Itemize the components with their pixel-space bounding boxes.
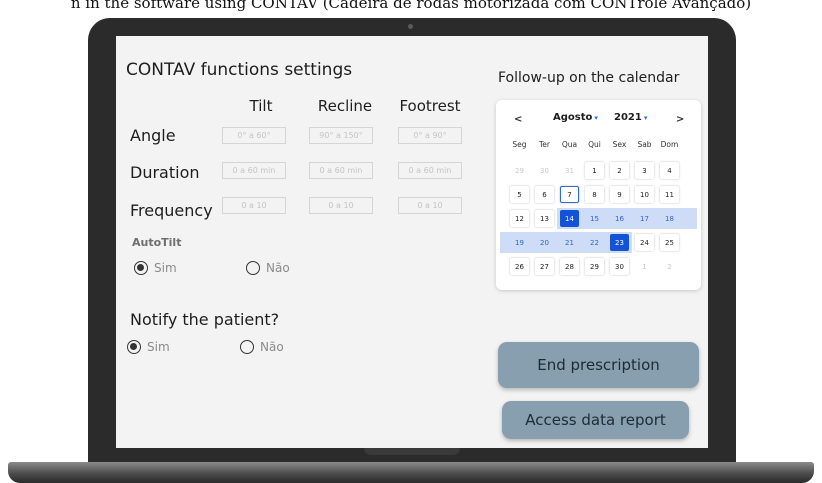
calendar-day[interactable]: 22 xyxy=(585,234,604,251)
row-label-angle: Angle xyxy=(130,126,176,145)
calendar-day[interactable]: 24 xyxy=(635,234,654,251)
calendar-day[interactable]: 29 xyxy=(510,162,529,179)
duration-recline-input[interactable]: 0 a 60 min xyxy=(309,162,373,179)
weekday-label: Sex xyxy=(612,140,627,149)
calendar-day[interactable]: 5 xyxy=(510,186,529,203)
column-header-footrest: Footrest xyxy=(399,97,461,115)
weekday-label: Qui xyxy=(588,140,601,149)
calendar-day[interactable]: 14 xyxy=(560,210,579,227)
year-value: 2021 xyxy=(614,112,642,123)
calendar-day[interactable]: 25 xyxy=(660,234,679,251)
calendar-day[interactable]: 28 xyxy=(560,258,579,275)
weekday-label: Seg xyxy=(512,140,527,149)
calendar-day[interactable]: 2 xyxy=(660,258,679,275)
app-screen: CONTAV functions settings Tilt Recline F… xyxy=(116,36,708,448)
calendar-day[interactable]: 23 xyxy=(610,234,629,251)
frequency-footrest-input[interactable]: 0 a 10 xyxy=(398,197,462,214)
calendar-day[interactable]: 3 xyxy=(635,162,654,179)
autotilt-no-radio[interactable]: Não xyxy=(246,261,290,275)
calendar-widget: < Agosto ▾ 2021 ▾ > Seg Ter Qua Qui Sex Sa… xyxy=(496,100,701,290)
calendar-day[interactable]: 19 xyxy=(510,234,529,251)
duration-tilt-input[interactable]: 0 a 60 min xyxy=(222,162,286,179)
camera-dot xyxy=(408,24,413,29)
calendar-day[interactable]: 16 xyxy=(610,210,629,227)
frequency-tilt-input[interactable]: 0 a 10 xyxy=(222,197,286,214)
weekday-label: Dom xyxy=(660,140,679,149)
calendar-day[interactable]: 9 xyxy=(610,186,629,203)
weekday-label: Qua xyxy=(561,140,578,149)
notify-yes-label: Sim xyxy=(147,340,170,354)
calendar-day[interactable]: 15 xyxy=(585,210,604,227)
weekday-label: Ter xyxy=(538,140,550,149)
weekday-label: Sab xyxy=(637,140,652,149)
calendar-day[interactable]: 13 xyxy=(535,210,554,227)
calendar-title: Follow-up on the calendar xyxy=(498,70,680,86)
calendar-day[interactable]: 8 xyxy=(585,186,604,203)
frequency-recline-input[interactable]: 0 a 10 xyxy=(309,197,373,214)
dropdown-caret-icon: ▾ xyxy=(594,114,598,122)
notify-no-radio[interactable]: Não xyxy=(240,340,284,354)
autotilt-yes-radio[interactable]: Sim xyxy=(134,261,177,275)
calendar-day[interactable]: 4 xyxy=(660,162,679,179)
angle-footrest-input[interactable]: 0° a 90° xyxy=(398,127,462,144)
settings-title: CONTAV functions settings xyxy=(126,60,353,80)
calendar-day[interactable]: 31 xyxy=(560,162,579,179)
prev-month-button[interactable]: < xyxy=(514,114,522,125)
calendar-day[interactable]: 21 xyxy=(560,234,579,251)
laptop-base xyxy=(8,462,814,483)
calendar-day[interactable]: 6 xyxy=(535,186,554,203)
calendar-day[interactable]: 11 xyxy=(660,186,679,203)
row-label-duration: Duration xyxy=(130,163,200,182)
access-data-report-button[interactable]: Access data report xyxy=(502,401,689,439)
year-select[interactable]: 2021 ▾ xyxy=(614,112,647,123)
column-header-tilt: Tilt xyxy=(249,97,273,115)
next-month-button[interactable]: > xyxy=(676,114,684,125)
calendar-day[interactable]: 12 xyxy=(510,210,529,227)
notify-no-label: Não xyxy=(260,340,284,354)
month-value: Agosto xyxy=(553,112,593,123)
duration-footrest-input[interactable]: 0 a 60 min xyxy=(398,162,462,179)
calendar-day[interactable]: 1 xyxy=(635,258,654,275)
column-header-recline: Recline xyxy=(317,97,373,115)
notify-patient-label: Notify the patient? xyxy=(130,310,280,329)
dropdown-caret-icon: ▾ xyxy=(643,114,648,122)
row-label-frequency: Frequency xyxy=(130,201,213,220)
radio-selected-icon xyxy=(134,261,148,275)
calendar-day[interactable]: 20 xyxy=(535,234,554,251)
figure-caption: n in the software using CONTAV (Cadeira … xyxy=(70,0,752,12)
laptop-frame: CONTAV functions settings Tilt Recline F… xyxy=(88,18,736,466)
notify-yes-radio[interactable]: Sim xyxy=(127,340,170,354)
laptop-notch xyxy=(364,448,460,455)
calendar-day[interactable]: 1 xyxy=(585,162,604,179)
calendar-day[interactable]: 10 xyxy=(635,186,654,203)
end-prescription-button[interactable]: End prescription xyxy=(498,342,699,388)
calendar-day[interactable]: 2 xyxy=(610,162,629,179)
calendar-day[interactable]: 27 xyxy=(535,258,554,275)
calendar-day[interactable]: 7 xyxy=(560,186,579,203)
radio-unselected-icon xyxy=(246,261,260,275)
calendar-day[interactable]: 17 xyxy=(635,210,654,227)
month-select[interactable]: Agosto ▾ xyxy=(553,112,598,123)
calendar-day[interactable]: 30 xyxy=(610,258,629,275)
autotilt-yes-label: Sim xyxy=(154,261,177,275)
radio-unselected-icon xyxy=(240,340,254,354)
angle-tilt-input[interactable]: 0° a 60° xyxy=(222,127,286,144)
calendar-day[interactable]: 29 xyxy=(585,258,604,275)
calendar-day[interactable]: 30 xyxy=(535,162,554,179)
autotilt-no-label: Não xyxy=(266,261,290,275)
autotilt-label: AutoTilt xyxy=(132,236,182,249)
calendar-day[interactable]: 18 xyxy=(660,210,679,227)
calendar-day[interactable]: 26 xyxy=(510,258,529,275)
angle-recline-input[interactable]: 90° a 150° xyxy=(309,127,373,144)
radio-selected-icon xyxy=(127,340,141,354)
